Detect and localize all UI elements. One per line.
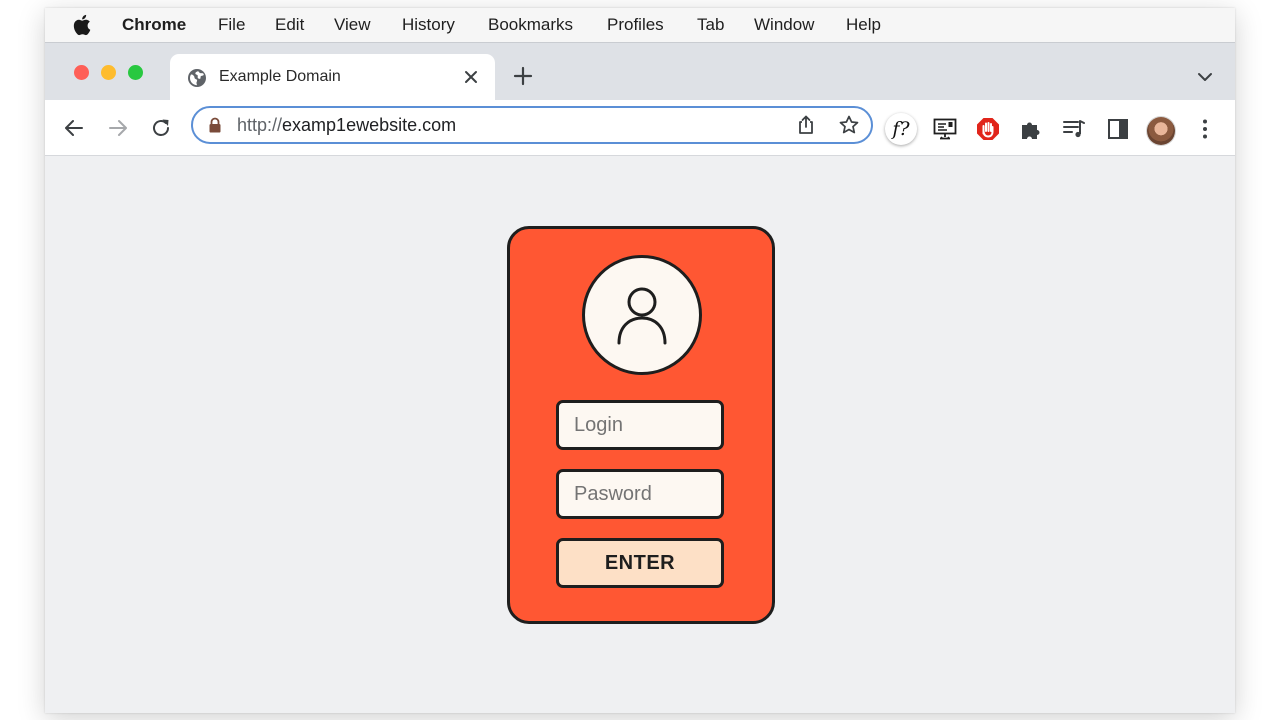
new-tab-plus-icon[interactable] xyxy=(512,65,534,87)
menu-help[interactable]: Help xyxy=(846,15,881,35)
minimize-window-button[interactable] xyxy=(101,65,116,80)
zoom-window-button[interactable] xyxy=(128,65,143,80)
menu-view[interactable]: View xyxy=(334,15,371,35)
enter-button-label: ENTER xyxy=(604,551,676,574)
menu-bookmarks[interactable]: Bookmarks xyxy=(488,15,573,35)
address-bar[interactable]: http://examp1ewebsite.com xyxy=(191,106,873,144)
globe-icon xyxy=(188,69,206,87)
page-content: Login Pasword ENTER xyxy=(45,156,1235,713)
url-scheme: http:// xyxy=(237,115,283,135)
bookmark-star-icon[interactable] xyxy=(838,114,860,136)
password-placeholder: Pasword xyxy=(574,483,652,505)
more-menu-icon[interactable] xyxy=(1192,116,1218,142)
login-placeholder: Login xyxy=(574,414,623,436)
login-card: Login Pasword ENTER xyxy=(507,226,775,624)
menu-history[interactable]: History xyxy=(402,15,455,35)
close-tab-icon[interactable] xyxy=(461,67,481,87)
apple-icon[interactable] xyxy=(72,13,94,37)
user-profile-icon xyxy=(617,287,667,345)
menu-window[interactable]: Window xyxy=(754,15,814,35)
profile-avatar[interactable] xyxy=(1147,117,1175,145)
reload-icon[interactable] xyxy=(149,116,173,140)
font-finder-extension-icon[interactable]: f? xyxy=(885,113,917,145)
back-arrow-icon[interactable] xyxy=(62,116,86,140)
enter-button[interactable]: ENTER xyxy=(556,538,724,588)
close-window-button[interactable] xyxy=(74,65,89,80)
monitor-extension-icon[interactable] xyxy=(932,116,958,142)
url-host: examp1ewebsite.com xyxy=(282,115,457,135)
tab-title: Example Domain xyxy=(219,68,341,85)
adblock-stop-icon[interactable] xyxy=(975,116,1001,142)
forward-arrow-icon[interactable] xyxy=(106,116,130,140)
password-input[interactable]: Pasword xyxy=(556,469,724,519)
font-finder-label: f? xyxy=(892,118,910,140)
menu-tab[interactable]: Tab xyxy=(697,15,724,35)
share-icon[interactable] xyxy=(795,114,817,136)
login-input[interactable]: Login xyxy=(556,400,724,450)
tab-search-chevron-icon[interactable] xyxy=(1197,69,1213,85)
avatar-circle xyxy=(582,255,702,375)
tab-strip: Example Domain xyxy=(45,42,1235,102)
menu-app-chrome[interactable]: Chrome xyxy=(122,15,186,35)
not-secure-lock-icon[interactable] xyxy=(208,117,222,133)
menu-bar: Chrome File Edit View History Bookmarks … xyxy=(45,8,1235,42)
menu-profiles[interactable]: Profiles xyxy=(607,15,664,35)
side-panel-icon[interactable] xyxy=(1105,116,1131,142)
browser-window: Chrome File Edit View History Bookmarks … xyxy=(45,8,1235,713)
extensions-puzzle-icon[interactable] xyxy=(1018,116,1044,142)
menu-file[interactable]: File xyxy=(218,15,245,35)
media-playlist-icon[interactable] xyxy=(1061,116,1087,142)
menu-edit[interactable]: Edit xyxy=(275,15,304,35)
tab-example-domain[interactable]: Example Domain xyxy=(170,54,495,102)
browser-toolbar: http://examp1ewebsite.com f? xyxy=(45,100,1235,156)
url-text[interactable]: http://examp1ewebsite.com xyxy=(237,115,456,136)
